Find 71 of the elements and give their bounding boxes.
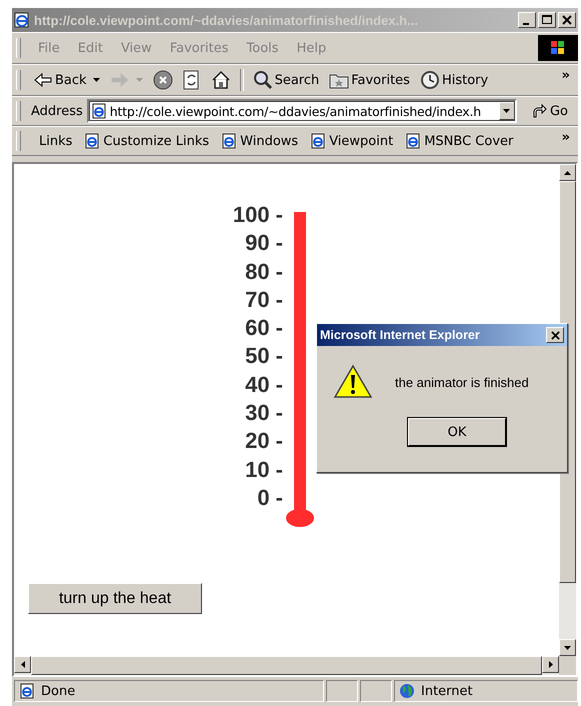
caret-icon xyxy=(564,646,571,650)
search-button[interactable]: Search xyxy=(248,68,324,92)
scale-label: 10 - xyxy=(245,456,283,484)
link[interactable]: MSNBC Cover xyxy=(405,133,514,149)
scroll-right-button[interactable] xyxy=(542,656,559,673)
page-icon xyxy=(221,133,238,149)
warning-icon xyxy=(333,364,373,400)
back-button[interactable]: Back xyxy=(29,70,104,90)
dialog-message: the animator is finished xyxy=(395,374,529,390)
scale-label: 30 - xyxy=(245,399,283,428)
arrow-icon xyxy=(110,72,130,88)
close-button[interactable] xyxy=(558,12,576,28)
page-icon xyxy=(90,103,107,119)
go-button[interactable]: Go xyxy=(520,103,574,119)
caret-icon xyxy=(503,109,510,113)
turn-up-heat-button[interactable]: turn up the heat xyxy=(28,583,202,614)
page-icon xyxy=(84,133,100,149)
scale-label: 50 - xyxy=(245,342,283,370)
minimize-icon xyxy=(523,22,529,24)
scale-label: 0 - xyxy=(257,484,283,512)
page-icon xyxy=(405,133,422,149)
dropdown-button[interactable] xyxy=(498,102,515,120)
scale-label: 100 - xyxy=(232,201,283,229)
scale-label: 40 - xyxy=(245,370,283,399)
history-button[interactable]: History xyxy=(416,68,492,92)
scale-label: 20 - xyxy=(245,427,283,456)
zone-text: Internet xyxy=(421,684,473,698)
scroll-up-button[interactable] xyxy=(559,164,576,181)
scale-label: 80 - xyxy=(245,258,283,286)
stop-icon xyxy=(152,70,173,90)
clock-icon xyxy=(420,70,440,90)
go-arrow-icon xyxy=(530,103,547,119)
links-label: Links xyxy=(39,134,72,148)
link[interactable]: Customize Links xyxy=(84,133,210,149)
search-icon xyxy=(252,70,273,90)
scale-label: 70 - xyxy=(245,286,283,314)
caret-icon xyxy=(564,170,571,174)
scroll-left-button[interactable] xyxy=(14,656,31,673)
address-label: Address xyxy=(31,104,83,118)
favorites-button[interactable]: Favorites xyxy=(325,69,414,91)
caret-icon xyxy=(20,661,24,668)
maximize-icon xyxy=(542,15,552,25)
link[interactable]: Viewpoint xyxy=(310,133,394,149)
close-icon xyxy=(562,15,572,25)
close-button[interactable] xyxy=(546,327,564,343)
close-icon xyxy=(550,330,560,340)
globe-icon xyxy=(399,683,415,699)
arrow-icon xyxy=(33,72,53,88)
browser-icon xyxy=(14,12,30,28)
more-button[interactable]: » xyxy=(558,130,574,145)
more-button[interactable]: » xyxy=(558,68,574,83)
address-field[interactable]: http://cole.viewpoint.com/~ddavies/animatorfinished/index.h xyxy=(86,99,517,123)
scale-label: 60 - xyxy=(245,314,283,342)
refresh-icon xyxy=(182,70,201,90)
scroll-down-button[interactable] xyxy=(559,639,576,656)
scrollbar-corner xyxy=(559,656,576,675)
window-title: http://cole.viewpoint.com/~ddavies/animatorfinished/index.h... xyxy=(34,12,419,28)
home-icon xyxy=(210,70,231,90)
minimize-button[interactable] xyxy=(518,12,536,28)
status-pane xyxy=(360,680,392,702)
ok-button[interactable]: OK xyxy=(408,418,506,446)
page-icon xyxy=(19,683,35,699)
status-pane xyxy=(326,680,358,702)
maximize-button[interactable] xyxy=(538,12,556,28)
link[interactable]: Windows xyxy=(221,133,298,149)
caret-icon xyxy=(548,661,552,668)
scale-label: 90 - xyxy=(245,229,283,258)
dialog-title: Microsoft Internet Explorer xyxy=(320,328,480,342)
page-icon xyxy=(310,133,326,149)
windows-logo-icon xyxy=(538,34,578,62)
status-text: Done xyxy=(41,684,76,698)
